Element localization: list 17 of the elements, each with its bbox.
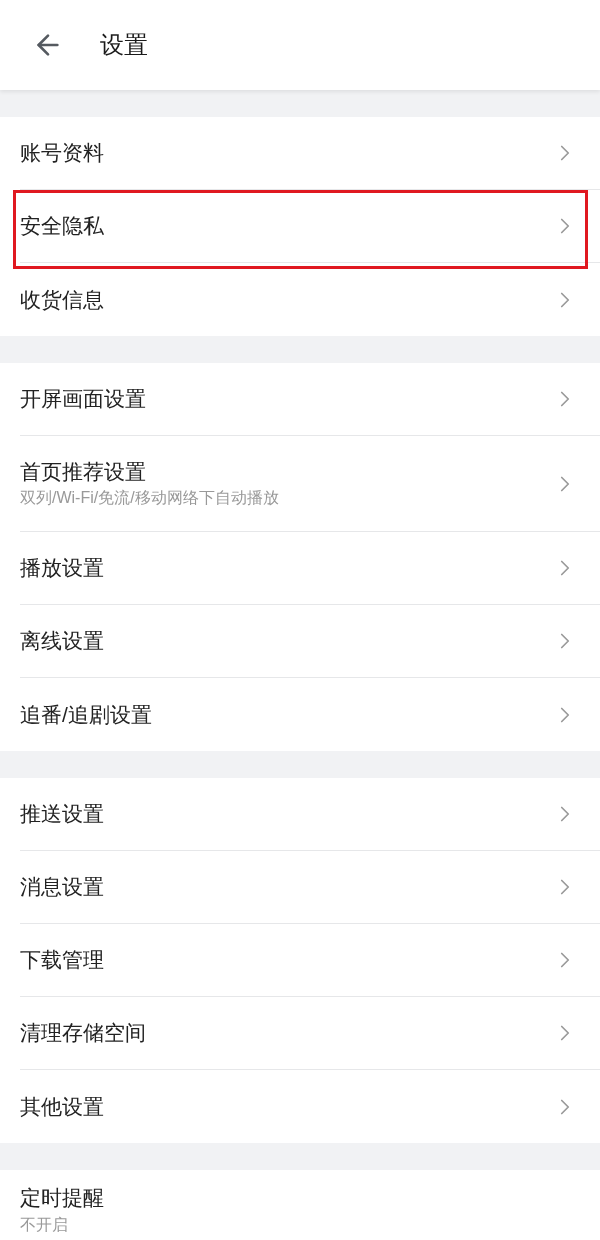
row-label: 播放设置 bbox=[20, 555, 104, 581]
row-label: 定时提醒 bbox=[20, 1185, 104, 1211]
page-title: 设置 bbox=[100, 30, 148, 60]
row-subtitle: 双列/Wi-Fi/免流/移动网络下自动播放 bbox=[20, 488, 279, 508]
row-label: 追番/追剧设置 bbox=[20, 701, 152, 728]
row-label: 离线设置 bbox=[20, 628, 104, 654]
row-label: 开屏画面设置 bbox=[20, 386, 146, 412]
row-label: 消息设置 bbox=[20, 874, 104, 900]
row-label: 首页推荐设置 bbox=[20, 459, 147, 485]
row-subtitle: 不开启 bbox=[20, 1215, 69, 1235]
row-label: 清理存储空间 bbox=[20, 1020, 146, 1046]
row-label: 收货信息 bbox=[20, 286, 104, 313]
row-label: 下载管理 bbox=[20, 947, 104, 973]
row-label: 推送设置 bbox=[20, 801, 104, 827]
row-label: 账号资料 bbox=[20, 140, 104, 166]
row-label: 安全隐私 bbox=[20, 213, 104, 239]
row-label: 其他设置 bbox=[20, 1093, 104, 1120]
